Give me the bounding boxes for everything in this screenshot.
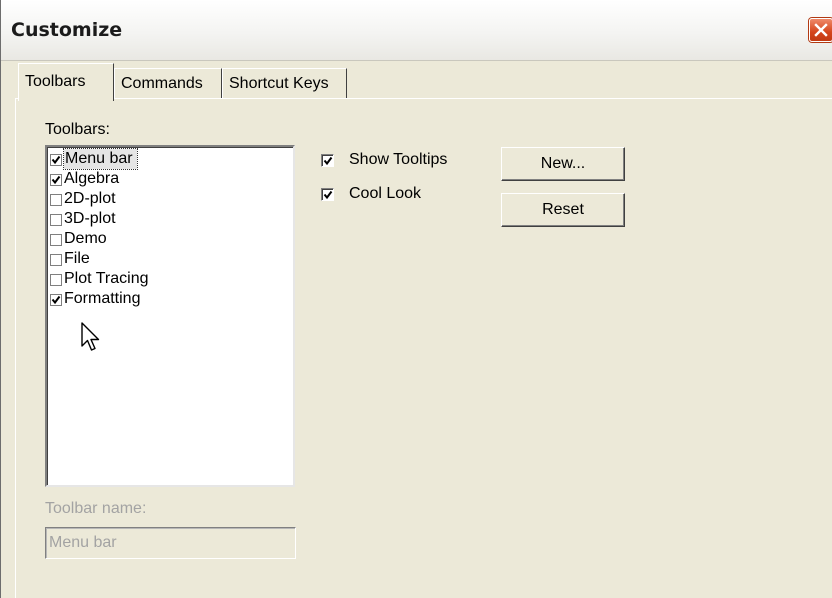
tab-label: Shortcut Keys — [229, 75, 329, 92]
checkmark-icon — [323, 190, 333, 200]
toolbar-checkbox[interactable] — [50, 194, 62, 206]
toolbars-list-label: Toolbars: — [45, 121, 110, 138]
tab-label: Toolbars — [25, 73, 86, 90]
tab-toolbars[interactable]: Toolbars — [18, 63, 114, 101]
checkmark-icon — [51, 175, 61, 185]
toolbar-checkbox[interactable] — [50, 214, 62, 226]
tab-label: Commands — [121, 75, 203, 92]
toolbar-name-input[interactable]: Menu bar — [45, 527, 296, 559]
list-item-label: Algebra — [64, 170, 120, 187]
list-item-label: 3D-plot — [64, 210, 116, 227]
checkbox-box[interactable] — [321, 154, 334, 167]
reset-button[interactable]: Reset — [501, 193, 625, 227]
title-bar[interactable]: Customize — [1, 0, 832, 61]
new-button[interactable]: New... — [501, 147, 625, 181]
toolbar-checkbox[interactable] — [50, 154, 62, 166]
customize-dialog: Customize Toolbars Commands Shortcut Key… — [0, 0, 832, 598]
toolbar-name-label: Toolbar name: — [45, 500, 147, 517]
toolbar-checkbox[interactable] — [50, 254, 62, 266]
toolbar-checkbox[interactable] — [50, 174, 62, 186]
checkmark-icon — [323, 156, 333, 166]
list-item-label: Demo — [64, 230, 107, 247]
checkbox-label: Show Tooltips — [349, 151, 448, 168]
tab-divider — [15, 98, 832, 99]
checkmark-icon — [51, 295, 61, 305]
toolbar-checkbox[interactable] — [50, 294, 62, 306]
toolbar-checkbox[interactable] — [50, 274, 62, 286]
toolbars-listbox[interactable]: Menu bar Algebra 2D-plot 3D-plot Demo Fi… — [45, 145, 295, 487]
checkmark-icon — [51, 155, 61, 165]
list-item-label: File — [64, 250, 90, 267]
dialog-title: Customize — [11, 19, 123, 41]
toolbar-checkbox[interactable] — [50, 234, 62, 246]
checkbox-label: Cool Look — [349, 185, 422, 202]
list-item-label: Plot Tracing — [64, 270, 149, 287]
checkbox-box[interactable] — [321, 188, 334, 201]
tab-commands[interactable]: Commands — [114, 68, 222, 98]
list-item-label: Formatting — [64, 290, 141, 307]
mouse-pointer-icon — [81, 322, 100, 351]
close-icon — [814, 23, 828, 37]
list-item-label: Menu bar — [63, 148, 138, 170]
close-button[interactable] — [809, 18, 832, 42]
tab-shortcut-keys[interactable]: Shortcut Keys — [222, 68, 347, 98]
list-item-label: 2D-plot — [64, 190, 116, 207]
